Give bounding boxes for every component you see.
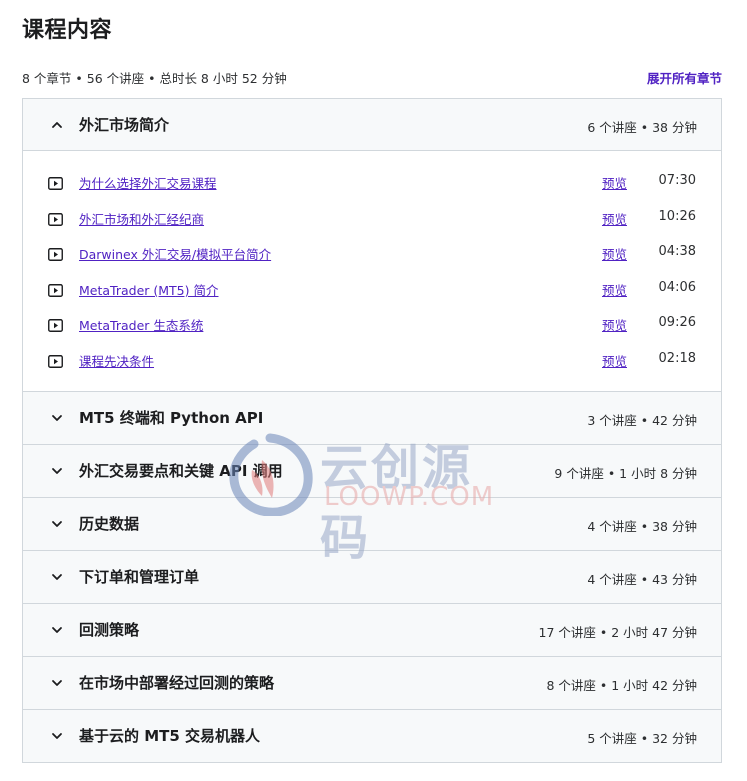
preview-link[interactable]: 预览 [602,209,627,228]
lecture-title-link[interactable]: 为什么选择外汇交易课程 [79,173,217,192]
section-header[interactable]: 在市场中部署经过回测的策略 8 个讲座 • 1 小时 42 分钟 [23,656,721,709]
section-title: 历史数据 [79,514,140,533]
section-title: MT5 终端和 Python API [79,408,264,427]
section-header[interactable]: 下订单和管理订单 4 个讲座 • 43 分钟 [23,550,721,603]
lecture-duration: 02:18 [658,350,696,366]
section-historical-data: 历史数据 4 个讲座 • 38 分钟 [23,497,721,551]
lecture-duration: 09:26 [658,315,696,331]
lecture-item: Darwinex 外汇交易/模拟平台简介 预览 04:38 [23,238,721,274]
lecture-title-link[interactable]: 课程先决条件 [79,351,154,370]
lecture-item: MetaTrader 生态系统 预览 09:26 [23,309,721,345]
section-title: 基于云的 MT5 交易机器人 [79,726,261,745]
section-meta: 5 个讲座 • 32 分钟 [587,730,697,746]
section-deployment: 在市场中部署经过回测的策略 8 个讲座 • 1 小时 42 分钟 [23,656,721,710]
section-meta: 4 个讲座 • 38 分钟 [587,518,697,534]
preview-link[interactable]: 预览 [602,280,627,299]
section-meta: 17 个讲座 • 2 小时 47 分钟 [538,624,697,640]
lecture-item: 为什么选择外汇交易课程 预览 07:30 [23,167,721,203]
section-backtesting: 回测策略 17 个讲座 • 2 小时 47 分钟 [23,603,721,657]
section-meta: 9 个讲座 • 1 小时 8 分钟 [554,465,697,481]
chevron-down-icon [50,570,64,584]
expand-all-sections-button[interactable]: 展开所有章节 [647,68,722,87]
page-title: 课程内容 [22,18,113,43]
section-header[interactable]: 回测策略 17 个讲座 • 2 小时 47 分钟 [23,603,721,656]
play-video-icon [48,282,63,297]
section-title: 在市场中部署经过回测的策略 [79,673,275,692]
section-title: 外汇市场简介 [79,116,170,134]
preview-link[interactable]: 预览 [602,351,627,370]
chevron-down-icon [50,729,64,743]
section-trading-essentials: 外汇交易要点和关键 API 调用 9 个讲座 • 1 小时 8 分钟 [23,444,721,498]
section-meta: 4 个讲座 • 43 分钟 [587,571,697,587]
course-summary: 8 个章节 • 56 个讲座 • 总时长 8 小时 52 分钟 [22,71,287,86]
section-mt5-terminal: MT5 终端和 Python API 3 个讲座 • 42 分钟 [23,391,721,445]
play-video-icon [48,211,63,226]
lecture-title-link[interactable]: MetaTrader (MT5) 简介 [79,280,218,299]
chevron-down-icon [50,464,64,478]
chevron-down-icon [50,676,64,690]
section-header[interactable]: 基于云的 MT5 交易机器人 5 个讲座 • 32 分钟 [23,709,721,762]
chevron-down-icon [50,623,64,637]
section-header[interactable]: 外汇交易要点和关键 API 调用 9 个讲座 • 1 小时 8 分钟 [23,444,721,497]
chevron-down-icon [50,411,64,425]
lecture-duration: 04:38 [658,244,696,260]
section-title: 回测策略 [79,620,140,639]
section-orders: 下订单和管理订单 4 个讲座 • 43 分钟 [23,550,721,604]
play-video-icon [48,246,63,262]
preview-link[interactable]: 预览 [602,244,627,263]
lecture-title-link[interactable]: 外汇市场和外汇经纪商 [79,209,204,228]
chevron-down-icon [50,517,64,531]
section-meta: 8 个讲座 • 1 小时 42 分钟 [546,677,697,693]
section-title: 下订单和管理订单 [79,567,200,586]
section-header[interactable]: 历史数据 4 个讲座 • 38 分钟 [23,497,721,550]
lecture-title-link[interactable]: MetaTrader 生态系统 [79,315,203,334]
preview-link[interactable]: 预览 [602,315,627,334]
section-header[interactable]: MT5 终端和 Python API 3 个讲座 • 42 分钟 [23,391,721,444]
lecture-duration: 07:30 [658,173,696,188]
lecture-item: 外汇市场和外汇经纪商 预览 10:26 [23,203,721,239]
lecture-list: 为什么选择外汇交易课程 预览 07:30 外汇市场和外汇经纪商 预览 10:26… [23,151,721,391]
course-summary-row: 8 个章节 • 56 个讲座 • 总时长 8 小时 52 分钟 展开所有章节 [22,68,722,86]
course-content-list: 外汇市场简介 6 个讲座 • 38 分钟 为什么选择外汇交易课程 预览 07:3… [22,98,722,763]
play-video-icon [48,175,63,190]
lecture-duration: 04:06 [658,279,696,295]
chevron-up-icon [50,118,64,132]
play-video-icon [48,353,63,368]
section-title: 外汇交易要点和关键 API 调用 [79,461,283,480]
section-cloud-bot: 基于云的 MT5 交易机器人 5 个讲座 • 32 分钟 [23,709,721,762]
lecture-item: MetaTrader (MT5) 简介 预览 04:06 [23,274,721,310]
lecture-item: 课程先决条件 预览 02:18 [23,345,721,381]
lecture-title-link[interactable]: Darwinex 外汇交易/模拟平台简介 [79,244,271,263]
section-header[interactable]: 外汇市场简介 6 个讲座 • 38 分钟 [23,99,721,151]
preview-link[interactable]: 预览 [602,173,627,192]
section-meta: 6 个讲座 • 38 分钟 [587,120,697,135]
play-video-icon [48,317,63,333]
lecture-duration: 10:26 [658,208,696,224]
section-intro: 外汇市场简介 6 个讲座 • 38 分钟 为什么选择外汇交易课程 预览 07:3… [23,99,721,392]
section-meta: 3 个讲座 • 42 分钟 [587,412,697,428]
